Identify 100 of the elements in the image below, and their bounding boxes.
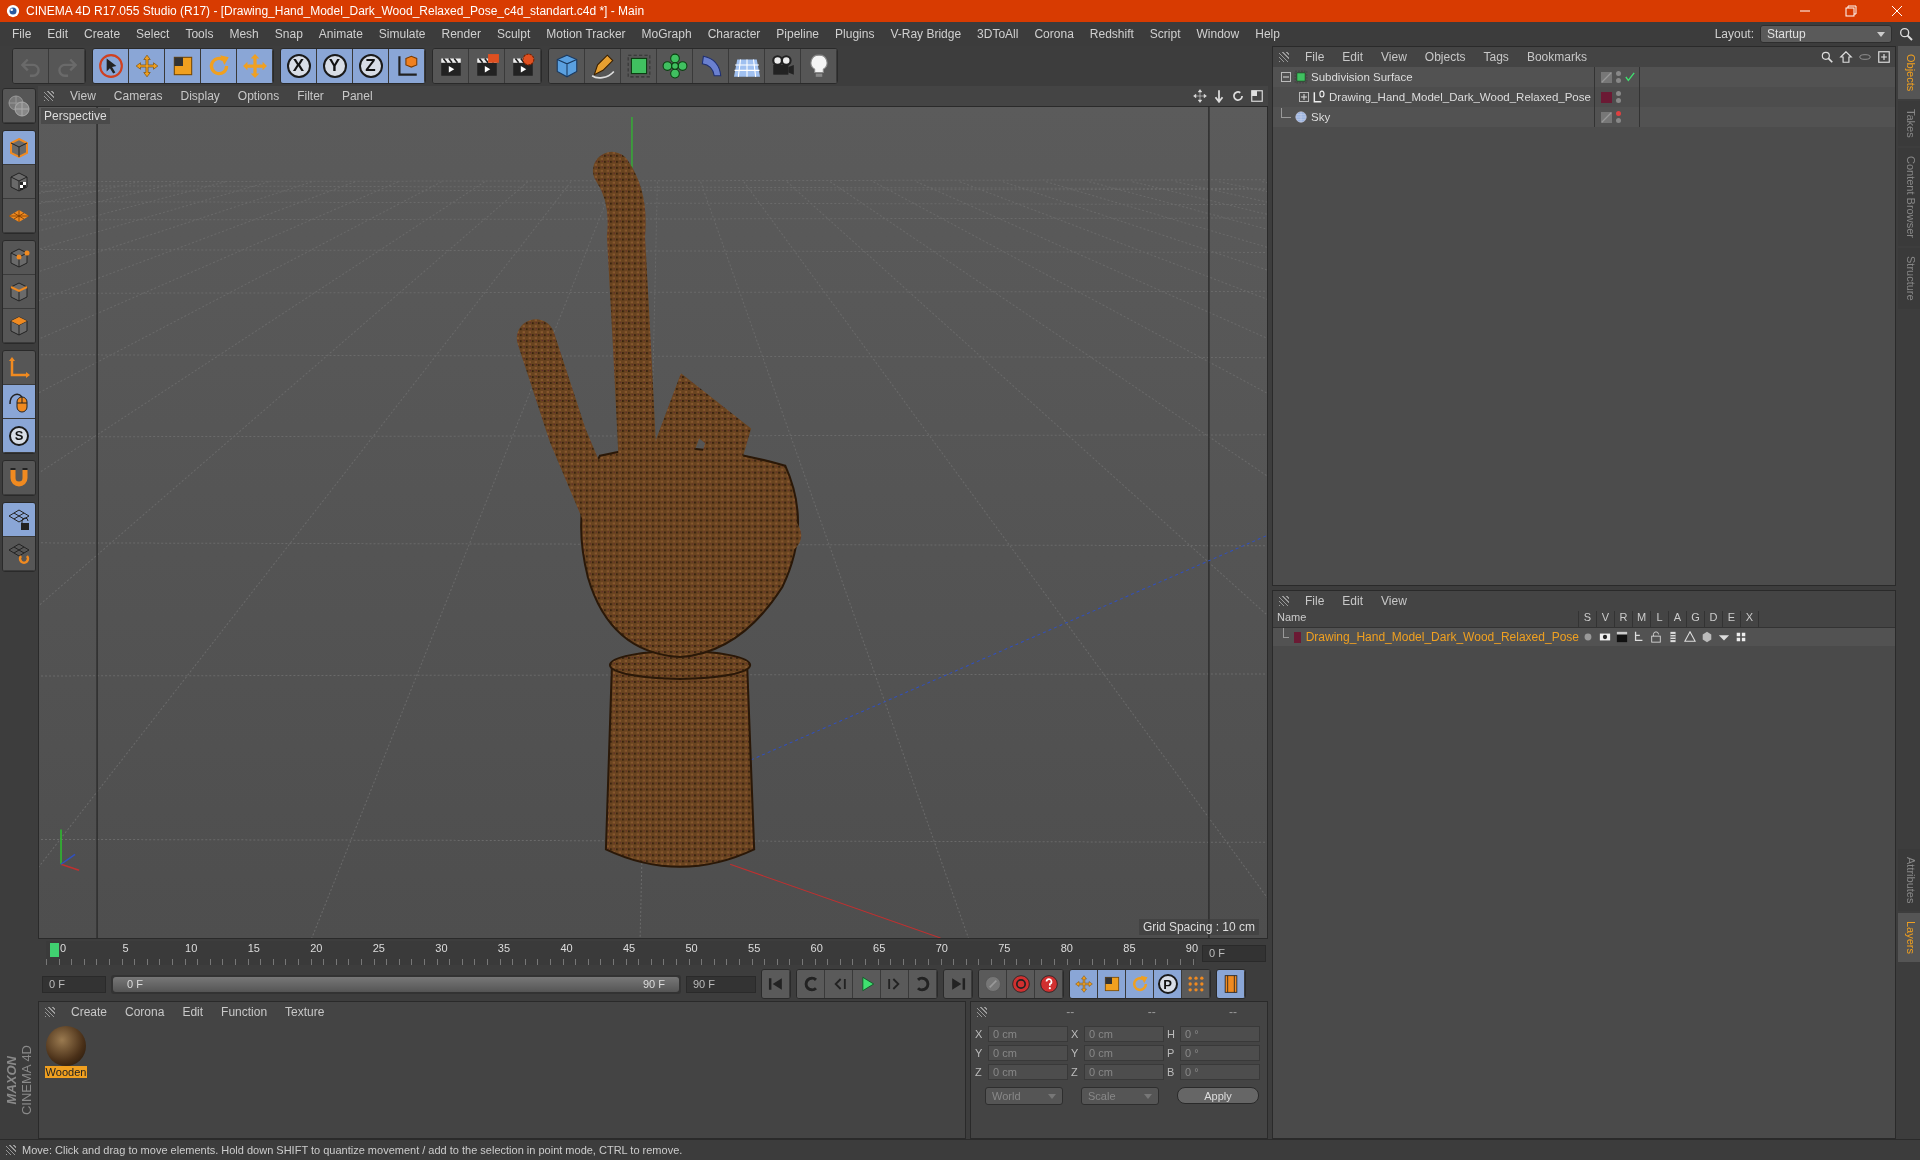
layer-name[interactable]: Drawing_Hand_Model_Dark_Wood_Relaxed_Pose	[1305, 630, 1579, 644]
menu-item[interactable]: Texture	[277, 1005, 333, 1019]
column-header[interactable]: E	[1723, 611, 1741, 627]
lock-icon[interactable]	[1649, 631, 1662, 643]
solo-button[interactable]: S	[3, 419, 35, 453]
render-visibility-dot[interactable]	[1616, 78, 1621, 83]
tool-button[interactable]	[165, 49, 201, 83]
check-icon[interactable]	[1625, 72, 1635, 82]
column-header[interactable]: A	[1669, 611, 1687, 627]
menu-item[interactable]: File	[4, 27, 40, 41]
menu-item[interactable]: 3DToAll	[969, 27, 1027, 41]
maximize-icon[interactable]	[1250, 89, 1264, 103]
menu-item[interactable]: Corona	[1026, 27, 1082, 41]
playback-button[interactable]	[979, 970, 1007, 998]
menu-item[interactable]: File	[1297, 594, 1333, 608]
zoom-view-icon[interactable]	[1212, 89, 1226, 103]
material-name[interactable]: Wooden	[44, 1066, 88, 1078]
menu-item[interactable]: Animate	[310, 27, 371, 41]
parameter-button[interactable]: P	[1154, 970, 1182, 998]
editor-visibility-dot[interactable]	[1616, 91, 1621, 96]
playback-button[interactable]	[1035, 970, 1063, 998]
menu-item[interactable]: Objects	[1416, 50, 1474, 64]
menu-item[interactable]: Pipeline	[768, 27, 828, 41]
menu-item[interactable]: Create	[76, 27, 129, 41]
current-frame-field[interactable]: 0 F	[1202, 944, 1266, 962]
playback-button[interactable]	[1126, 970, 1154, 998]
layer-color-swatch[interactable]	[1601, 91, 1612, 103]
object-row[interactable]: Sky	[1273, 107, 1895, 127]
column-header[interactable]: R	[1615, 611, 1633, 627]
tool-button[interactable]	[433, 49, 469, 83]
menu-item[interactable]: Cameras	[105, 89, 171, 103]
menu-item[interactable]: Mesh	[221, 27, 267, 41]
menu-item[interactable]: View	[62, 89, 104, 103]
column-header[interactable]: L	[1651, 611, 1669, 627]
search-icon[interactable]	[1820, 50, 1834, 64]
menu-item[interactable]: File	[1297, 50, 1333, 64]
menu-item[interactable]: Filter	[289, 89, 332, 103]
menu-item[interactable]: Display	[172, 89, 228, 103]
menu-item[interactable]: Render	[433, 27, 489, 41]
axis-lock-button[interactable]: X	[281, 49, 317, 83]
object-name[interactable]: Drawing_Hand_Model_Dark_Wood_Relaxed_Pose	[1329, 91, 1591, 103]
menu-item[interactable]: Simulate	[370, 27, 434, 41]
expander-icon[interactable]	[1299, 92, 1309, 102]
object-name[interactable]: Sky	[1311, 111, 1331, 123]
menu-item[interactable]: Create	[63, 1005, 116, 1019]
layer-row[interactable]: Drawing_Hand_Model_Dark_Wood_Relaxed_Pose	[1273, 628, 1895, 646]
playback-button[interactable]	[853, 970, 881, 998]
playback-button[interactable]	[1217, 970, 1245, 998]
menu-item[interactable]: Script	[1141, 27, 1189, 41]
menu-item[interactable]: V-Ray Bridge	[882, 27, 970, 41]
end-frame-field[interactable]: 90 F	[686, 975, 756, 993]
column-header[interactable]: G	[1687, 611, 1705, 627]
current-frame-marker[interactable]	[50, 943, 59, 957]
timeline-ruler[interactable]: 0 5 10 15 20 25 30 35 40 45 50 55 60 65 70 75 80 85 90	[46, 941, 1196, 965]
menu-item[interactable]: Plugins	[827, 27, 883, 41]
deformer-icon[interactable]	[1700, 631, 1713, 643]
column-header[interactable]: M	[1633, 611, 1651, 627]
generator-icon[interactable]	[1683, 631, 1696, 643]
column-header[interactable]: V	[1597, 611, 1615, 627]
object-name[interactable]: Subdivision Surface	[1311, 71, 1413, 83]
xref-icon[interactable]	[1734, 631, 1747, 643]
side-tab[interactable]: Layers	[1898, 913, 1920, 963]
column-header[interactable]: X	[1741, 611, 1759, 627]
editor-visibility-dot[interactable]	[1616, 71, 1621, 76]
menu-item[interactable]: Edit	[1334, 594, 1372, 608]
menu-item[interactable]: Help	[1247, 27, 1288, 41]
editor-visibility-dot[interactable]	[1616, 111, 1621, 116]
menu-item[interactable]: Redshift	[1081, 27, 1142, 41]
axis-lock-button[interactable]: Y	[317, 49, 353, 83]
menu-item[interactable]: Snap	[266, 27, 311, 41]
menu-item[interactable]: Select	[128, 27, 178, 41]
tool-button[interactable]	[93, 49, 129, 83]
tool-button[interactable]	[3, 503, 35, 537]
menu-item[interactable]: Corona	[117, 1005, 173, 1019]
menu-item[interactable]: Character	[699, 27, 769, 41]
render-visibility-dot[interactable]	[1616, 118, 1621, 123]
viewport[interactable]: Perspective Grid Spacing : 10 cm	[38, 106, 1268, 939]
expander-icon[interactable]	[1281, 72, 1291, 82]
menu-item[interactable]: Edit	[1334, 50, 1372, 64]
start-frame-field[interactable]: 0 F	[42, 975, 106, 993]
playback-button[interactable]	[1070, 970, 1098, 998]
column-header[interactable]: Name	[1273, 611, 1579, 627]
menu-item[interactable]: Bookmarks	[1518, 50, 1595, 64]
hierarchy-icon[interactable]	[1632, 631, 1645, 643]
menu-item[interactable]: View	[1373, 594, 1415, 608]
layer-color-swatch[interactable]	[1294, 631, 1301, 643]
move-view-icon[interactable]	[1193, 89, 1207, 103]
frame-range-slider[interactable]: 0 F 90 F	[113, 976, 679, 992]
menu-item[interactable]: Sculpt	[488, 27, 539, 41]
tool-button[interactable]	[389, 49, 425, 83]
menu-item[interactable]: MoGraph	[633, 27, 700, 41]
home-icon[interactable]	[1839, 50, 1853, 64]
layer-off-icon[interactable]	[1601, 111, 1612, 123]
layer-off-icon[interactable]	[1601, 71, 1612, 83]
menu-item[interactable]: Tags	[1475, 50, 1517, 64]
axis-lock-button[interactable]: Z	[353, 49, 389, 83]
material-ball[interactable]	[46, 1026, 86, 1066]
layout-dropdown[interactable]: Startup	[1760, 25, 1892, 43]
playback-button[interactable]	[1098, 970, 1126, 998]
rotate-view-icon[interactable]	[1231, 89, 1245, 103]
